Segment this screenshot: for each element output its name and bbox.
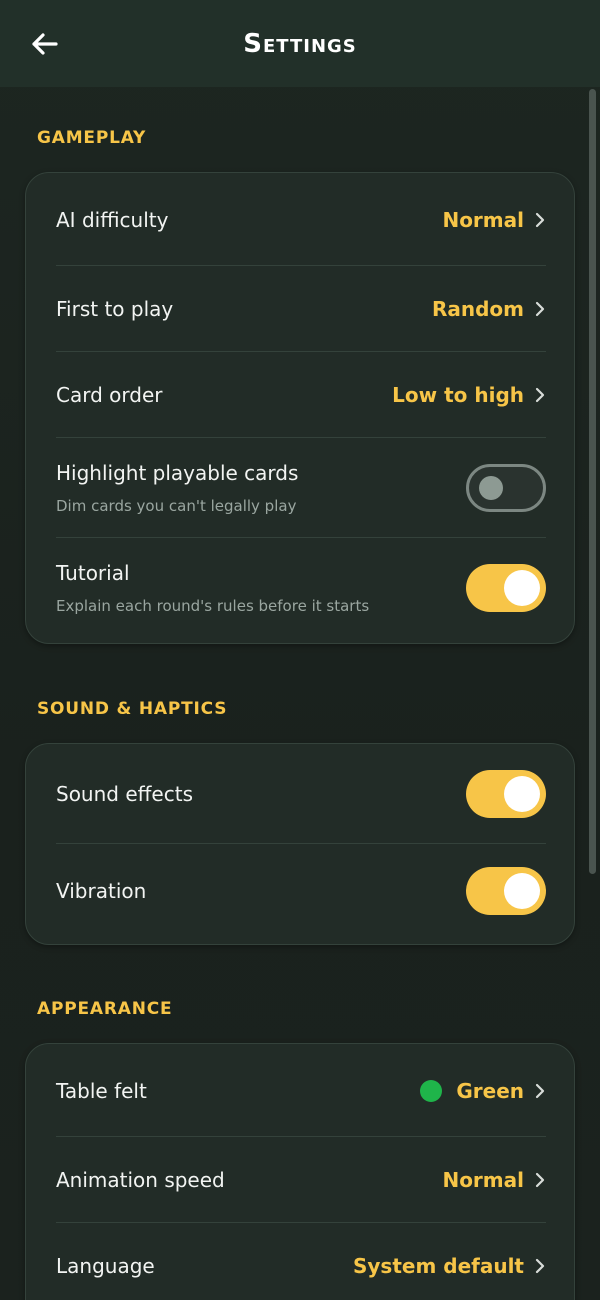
setting-value: Normal <box>442 207 524 232</box>
setting-value-selector[interactable]: Low to high <box>392 383 546 407</box>
setting-value: Green <box>456 1078 524 1103</box>
setting-table-felt[interactable]: Table felt Green <box>56 1044 546 1137</box>
setting-value-selector[interactable]: System default <box>353 1254 546 1278</box>
setting-animation-speed[interactable]: Animation speed Normal <box>56 1137 546 1223</box>
setting-value: Low to high <box>392 383 524 407</box>
setting-value-selector[interactable]: Normal <box>442 1168 546 1192</box>
toggle-knob <box>504 873 540 909</box>
felt-color-swatch <box>420 1079 443 1102</box>
chevron-right-icon <box>534 1171 546 1189</box>
chevron-right-icon <box>534 1082 546 1100</box>
setting-description: Dim cards you can't legally play <box>56 497 297 515</box>
scrollbar[interactable] <box>589 89 596 874</box>
setting-label: Card order <box>56 383 163 407</box>
setting-value-selector[interactable]: Green <box>420 1079 546 1103</box>
toggle-knob <box>479 476 503 500</box>
setting-highlight-playable[interactable]: Highlight playable cards Dim cards you c… <box>56 438 546 538</box>
setting-language[interactable]: Language System default <box>56 1223 546 1300</box>
setting-text: Tutorial Explain each round's rules befo… <box>56 561 369 615</box>
page-title: Settings <box>243 28 357 59</box>
sound-card: Sound effects Vibration <box>25 743 575 945</box>
setting-sound-effects[interactable]: Sound effects <box>56 744 546 843</box>
setting-label: Language <box>56 1254 155 1278</box>
back-button[interactable] <box>24 24 64 64</box>
setting-value: System default <box>352 1254 524 1278</box>
section-header-appearance: APPEARANCE <box>37 999 173 1019</box>
top-app-bar: Settings <box>0 0 600 87</box>
setting-value: Random <box>431 297 524 321</box>
setting-label: First to play <box>56 297 174 321</box>
gameplay-card: AI difficulty Normal First to play Rando… <box>25 172 575 644</box>
setting-first-to-play[interactable]: First to play Random <box>56 266 546 352</box>
setting-label: Tutorial <box>56 561 130 585</box>
toggle-knob <box>504 570 540 606</box>
setting-label: Sound effects <box>56 781 193 806</box>
sound-effects-toggle[interactable] <box>466 769 546 818</box>
setting-label: Animation speed <box>56 1168 225 1192</box>
setting-text: Highlight playable cards Dim cards you c… <box>56 461 298 515</box>
chevron-right-icon <box>534 211 546 229</box>
section-header-sound: SOUND & HAPTICS <box>37 699 228 719</box>
vibration-toggle[interactable] <box>466 867 546 915</box>
chevron-right-icon <box>534 300 546 318</box>
chevron-right-icon <box>534 386 546 404</box>
setting-vibration[interactable]: Vibration <box>56 844 546 938</box>
highlight-toggle[interactable] <box>466 464 546 512</box>
setting-description: Explain each round's rules before it sta… <box>56 597 370 615</box>
section-header-gameplay: GAMEPLAY <box>37 128 147 148</box>
setting-label: Table felt <box>56 1078 147 1103</box>
chevron-right-icon <box>534 1257 546 1275</box>
settings-screen: Settings GAMEPLAY AI difficulty Normal F… <box>0 0 600 1300</box>
appearance-card: Table felt Green Animation speed Normal … <box>25 1043 575 1300</box>
setting-label: AI difficulty <box>56 207 169 232</box>
setting-label: Highlight playable cards <box>56 461 299 485</box>
settings-scroll-area[interactable]: GAMEPLAY AI difficulty Normal First to p… <box>0 87 600 1300</box>
setting-card-order[interactable]: Card order Low to high <box>56 352 546 438</box>
setting-value: Normal <box>442 1168 524 1192</box>
setting-value-selector[interactable]: Normal <box>442 208 546 232</box>
setting-value-selector[interactable]: Random <box>432 297 546 321</box>
setting-tutorial[interactable]: Tutorial Explain each round's rules befo… <box>56 538 546 638</box>
toggle-knob <box>504 775 540 812</box>
setting-label: Vibration <box>56 879 147 903</box>
tutorial-toggle[interactable] <box>466 564 546 612</box>
setting-ai-difficulty[interactable]: AI difficulty Normal <box>56 173 546 266</box>
arrow-left-icon <box>32 33 58 55</box>
